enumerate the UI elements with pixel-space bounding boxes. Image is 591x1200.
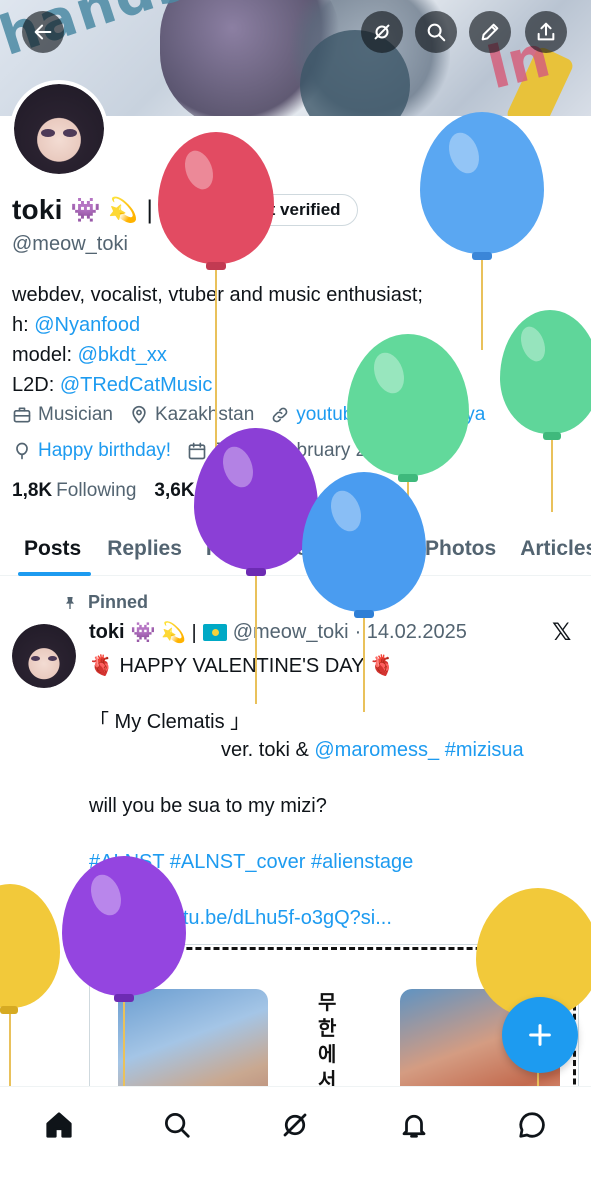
chevron-right-icon[interactable]: › bbox=[404, 440, 410, 462]
search-icon bbox=[165, 1113, 190, 1138]
bio-mention-link[interactable]: @Nyanfood bbox=[34, 314, 140, 336]
grok-icon bbox=[374, 24, 390, 40]
calendar-icon bbox=[188, 442, 206, 460]
bottom-navigation bbox=[0, 1086, 591, 1200]
post-line: will you be sua to my mizi? bbox=[89, 795, 327, 817]
search-button[interactable] bbox=[415, 11, 457, 53]
profile-handle: @meow_toki bbox=[12, 233, 128, 255]
bell-icon bbox=[402, 1114, 426, 1138]
profile-name: toki bbox=[12, 194, 63, 225]
briefcase-icon bbox=[13, 407, 31, 423]
pinned-label: Pinned bbox=[88, 592, 149, 612]
location-pin-icon bbox=[132, 405, 146, 424]
following-label: Following bbox=[56, 480, 137, 501]
following-count: 1,8K bbox=[12, 480, 53, 501]
plus-icon bbox=[529, 1024, 551, 1046]
followers-count: 3,6K bbox=[154, 480, 195, 501]
post-line: 「 My Clematis 」 bbox=[89, 711, 251, 733]
kazakhstan-flag-icon bbox=[202, 624, 227, 641]
post-hashtag-link[interactable]: #mizisua bbox=[445, 739, 524, 761]
tab-articles[interactable]: Articles bbox=[508, 522, 591, 576]
profile-meta-row-2: Happy birthday! Joined February 2022 › bbox=[12, 440, 410, 462]
nav-messages[interactable] bbox=[512, 1105, 552, 1145]
post-date[interactable]: · 14.02.2025 bbox=[355, 621, 467, 644]
follow-counts: 1,8K Following 3,6K Followers bbox=[12, 480, 280, 502]
bio-mention-link[interactable]: @bkdt_xx bbox=[78, 344, 167, 366]
verified-badge-icon: ✓ bbox=[223, 201, 241, 219]
nav-grok[interactable] bbox=[275, 1105, 315, 1145]
balloon-icon bbox=[16, 442, 28, 460]
avatar-image bbox=[14, 84, 104, 174]
following-link[interactable]: 1,8K Following bbox=[12, 480, 136, 502]
followers-label: Followers bbox=[198, 480, 280, 501]
tab-photos[interactable]: Photos bbox=[413, 522, 508, 576]
share-button[interactable] bbox=[525, 11, 567, 53]
post-url-link[interactable]: youtu.be/dLhu5f-o3gQ?si... bbox=[151, 907, 392, 929]
message-bubble-icon bbox=[519, 1112, 545, 1138]
post-text: 🫀 HAPPY VALENTINE'S DAY 🫀 「 My Clematis … bbox=[89, 652, 579, 932]
balloon-yellow bbox=[0, 884, 60, 1086]
grok-icon bbox=[284, 1113, 307, 1137]
post-hashtags[interactable]: #ALNST #ALNST_cover #alienstage bbox=[89, 848, 579, 876]
get-verified-button[interactable]: ✓ Get verified bbox=[208, 194, 358, 226]
grok-button[interactable] bbox=[361, 11, 403, 53]
edit-button[interactable] bbox=[469, 11, 511, 53]
birthday-link[interactable]: Happy birthday! bbox=[38, 440, 171, 462]
profile-location: Kazakhstan bbox=[154, 404, 255, 425]
bio-prefix: h: bbox=[12, 314, 35, 336]
bio-mention-link[interactable]: @TRedCatMusic bbox=[60, 374, 213, 396]
post-author-emoji: 👾 💫 | bbox=[130, 622, 197, 644]
profile-bio: webdev, vocalist, vtuber and music enthu… bbox=[12, 280, 582, 400]
profile-website-link[interactable]: youtube.com/c/tokinya bbox=[296, 404, 485, 426]
x-logo-icon[interactable]: 𝕏 bbox=[552, 620, 576, 644]
share-icon bbox=[537, 22, 555, 41]
profile-meta-row: Musician Kazakhstan youtube.com/c/tokiny… bbox=[12, 404, 485, 426]
followers-link[interactable]: 3,6K Followers bbox=[154, 480, 279, 502]
pin-icon bbox=[66, 596, 74, 609]
post-line: 🫀 HAPPY VALENTINE'S DAY 🫀 bbox=[89, 655, 395, 677]
post-author-handle[interactable]: @meow_toki bbox=[233, 621, 349, 644]
profile-name-row: toki 👾 💫 | bbox=[12, 190, 186, 230]
tab-videos[interactable]: Videos bbox=[321, 522, 413, 576]
post-author-name[interactable]: toki bbox=[89, 621, 125, 644]
arrow-left-icon bbox=[34, 24, 52, 40]
profile-name-emoji: 👾 💫 | bbox=[70, 196, 154, 224]
profile-tabs: Posts Replies Highlights Videos Photos A… bbox=[0, 522, 591, 576]
post-author-avatar[interactable] bbox=[12, 624, 76, 688]
avatar-image bbox=[12, 624, 76, 688]
post-mention-link[interactable]: @maromess_ bbox=[314, 739, 439, 761]
tab-highlights[interactable]: Highlights bbox=[194, 522, 321, 576]
post-header: toki 👾 💫 | @meow_toki · 14.02.2025 bbox=[89, 620, 467, 645]
search-icon bbox=[427, 23, 446, 42]
get-verified-label: Get verified bbox=[247, 200, 341, 219]
post-line: ver. toki & bbox=[221, 739, 315, 761]
nav-home[interactable] bbox=[39, 1105, 79, 1145]
profile-category: Musician bbox=[38, 404, 113, 425]
tab-replies[interactable]: Replies bbox=[95, 522, 194, 576]
back-button[interactable] bbox=[22, 11, 64, 53]
post-line: full 👉 bbox=[89, 907, 151, 929]
bio-line: webdev, vocalist, vtuber and music enthu… bbox=[12, 284, 423, 306]
kazakhstan-flag-icon bbox=[161, 201, 186, 219]
home-icon bbox=[46, 1112, 72, 1138]
grok-image-icon[interactable]: ▣ bbox=[536, 963, 560, 987]
bio-prefix: L2D: bbox=[12, 374, 60, 396]
joined-date: Joined February 2022 bbox=[213, 440, 398, 461]
pinned-indicator: Pinned bbox=[62, 592, 148, 613]
compose-button[interactable] bbox=[502, 997, 578, 1073]
bio-prefix: model: bbox=[12, 344, 78, 366]
pencil-icon bbox=[481, 23, 499, 41]
media-border bbox=[96, 947, 572, 950]
nav-notifications[interactable] bbox=[394, 1105, 434, 1145]
profile-avatar[interactable] bbox=[10, 80, 108, 178]
tab-posts[interactable]: Posts bbox=[0, 522, 95, 576]
link-icon bbox=[272, 407, 288, 423]
nav-search[interactable] bbox=[157, 1105, 197, 1145]
